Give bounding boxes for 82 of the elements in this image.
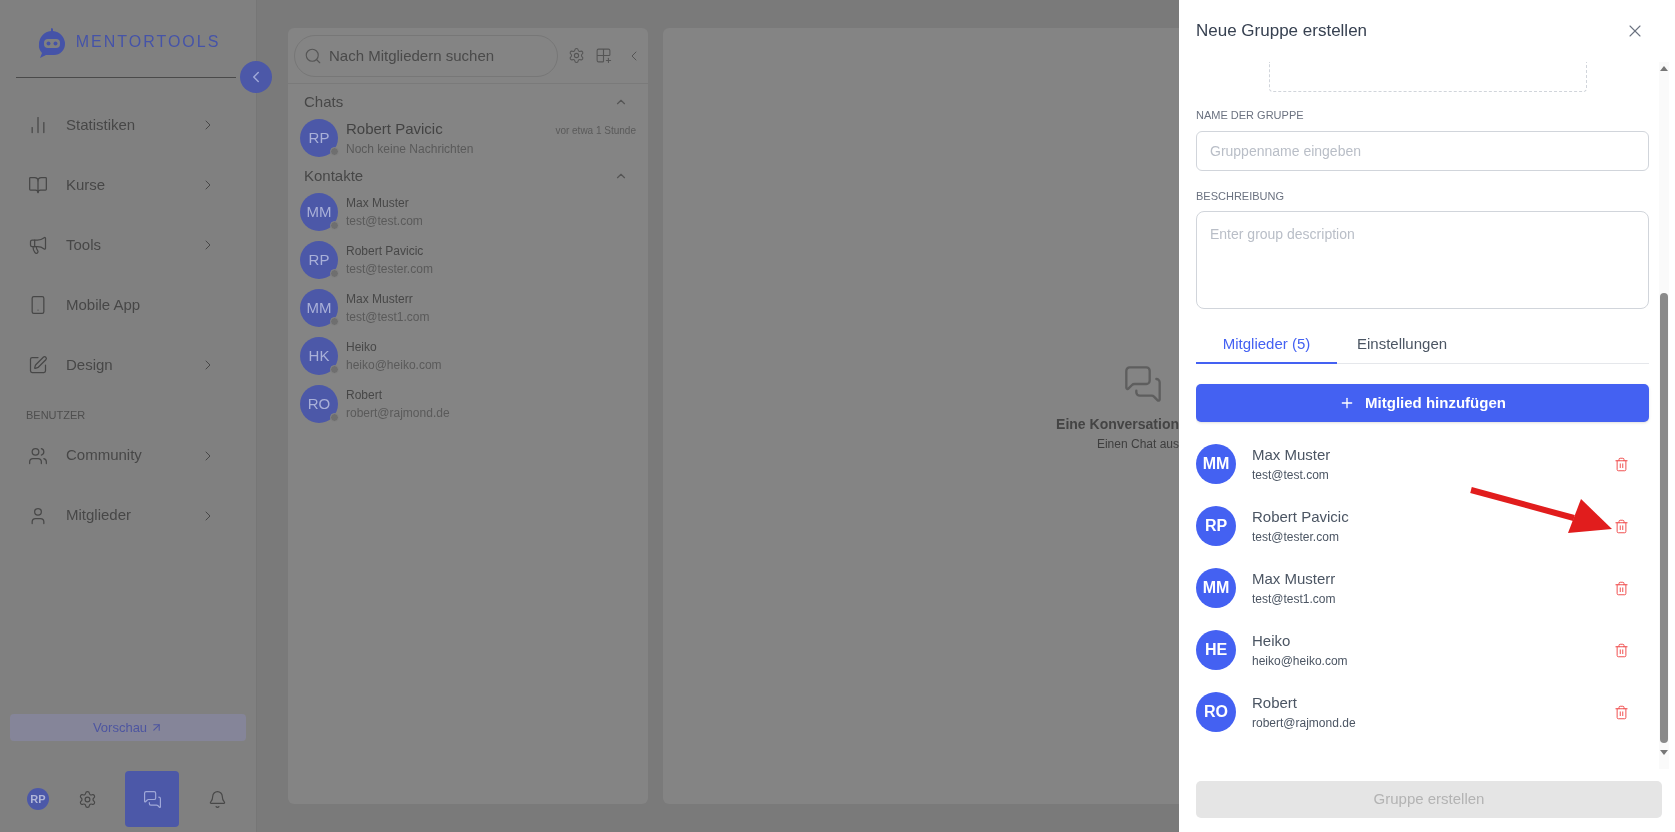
section-header: Kontakte [304,165,364,186]
nav-icon [28,445,48,466]
contact-name: Max Musterr [346,291,414,308]
nav-item[interactable]: Tools [0,215,256,275]
nav-item[interactable]: Statistiken [0,95,256,155]
avatar: RO [1196,692,1236,732]
field-label: NAME DER GRUPPE [1196,108,1305,123]
delete-button[interactable] [1614,704,1629,720]
nav-icon [28,235,48,255]
nav-icon [28,175,48,195]
grid-plus-icon[interactable] [595,47,612,64]
avatar: RP [1196,506,1236,546]
description-field[interactable]: Enter group description [1196,211,1649,309]
group-name-field[interactable]: Gruppenname eingeben [1196,130,1649,171]
trash-icon [1614,456,1629,472]
nav-item[interactable]: Kurse [0,155,256,215]
avatar: RP [300,119,338,157]
nav-label: Mobile App [66,294,142,315]
avatar: HK [300,337,338,375]
field-label: BESCHREIBUNG [1196,188,1286,204]
nav-label: Kurse [66,174,107,195]
member-name: Max Musterr [1252,568,1337,589]
member-name: Max Muster [1252,444,1332,465]
tab[interactable]: Mitglieder (5) [1196,327,1337,364]
contact-name: Heiko [346,339,378,356]
tab[interactable]: Einstellungen [1337,327,1468,364]
add-member-button[interactable]: Mitglied hinzufügen [1196,384,1649,422]
avatar: MM [300,289,338,327]
nav-icon [28,355,48,375]
nav-item[interactable]: Design [0,335,256,395]
empty-state-subtitle: Einen Chat aus [1096,436,1179,453]
nav-label: Community [66,445,143,466]
delete-button[interactable] [1614,518,1629,534]
avatar: MM [300,193,338,231]
avatar: RO [300,385,338,423]
trash-icon [1614,580,1629,596]
trash-icon [1614,518,1629,534]
bell-icon [207,789,227,809]
gear-icon [77,789,97,809]
logo-text: MENTORTOOLS [75,32,221,52]
nav-item[interactable]: Mobile App [0,275,256,335]
nav-item[interactable]: Community [0,425,256,486]
nav-item[interactable]: Mitglieder [0,485,256,546]
member-email: test@tester.com [1252,529,1340,547]
trash-icon [1614,642,1629,658]
contact-name: Robert Pavicic [346,118,443,139]
member-email: test@test1.com [1252,591,1337,609]
drawer-title: Neue Gruppe erstellen [1196,20,1368,43]
member-name: Heiko [1252,630,1292,651]
empty-state-title: Eine Konversation [1056,415,1179,434]
scrollbar[interactable] [1659,62,1669,769]
upload-area[interactable] [1268,62,1587,92]
member-name: Robert Pavicic [1252,506,1350,527]
avatar: MM [1196,568,1236,608]
nav-label: Tools [66,234,103,255]
nav-label: Mitglieder [66,505,133,526]
member-email: robert@rajmond.de [1252,715,1357,733]
nav-label: Design [66,354,114,375]
user-avatar[interactable]: RP [27,788,49,810]
contact-name: Robert Pavicic [346,243,425,260]
search-field[interactable]: Nach Mitgliedern suchen [294,34,558,77]
delete-button[interactable] [1614,456,1629,472]
trash-icon [1614,704,1629,720]
avatar: HE [1196,630,1236,670]
settings-icon[interactable] [568,47,585,64]
avatar: RP [300,241,338,279]
avatar: MM [1196,444,1236,484]
chat-bubbles-icon [1123,364,1163,404]
nav-label: Statistiken [66,114,137,135]
delete-button[interactable] [1614,580,1629,596]
delete-button[interactable] [1614,642,1629,658]
member-name: Robert [1252,692,1299,713]
chat-button[interactable] [125,771,179,827]
contact-name: Robert [346,387,384,404]
member-email: test@test.com [1252,467,1330,485]
section-header: Chats [304,91,344,112]
collapse-button[interactable] [240,61,272,93]
chat-bubbles-icon [142,789,162,809]
preview-button[interactable]: Vorschau [10,714,246,741]
search-icon [304,46,322,65]
contact-name: Max Muster [346,195,410,212]
member-email: heiko@heiko.com [1252,653,1349,671]
